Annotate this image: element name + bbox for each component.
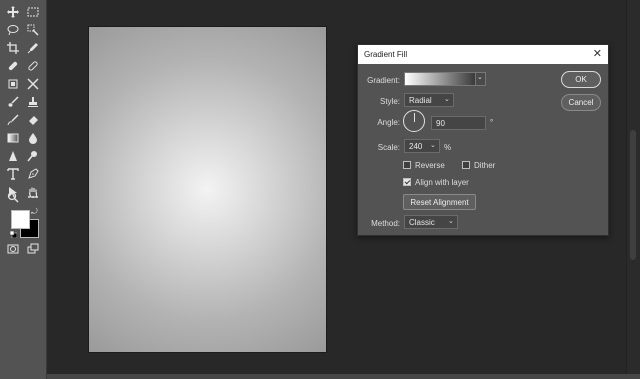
style-value: Radial bbox=[409, 96, 432, 105]
lasso-icon[interactable] bbox=[4, 21, 22, 39]
reverse-checkbox[interactable] bbox=[403, 161, 411, 169]
swap-colors-icon[interactable]: ⤾ bbox=[31, 208, 38, 216]
healing-icon[interactable] bbox=[4, 57, 22, 75]
status-bar bbox=[47, 374, 640, 379]
move-icon[interactable] bbox=[4, 3, 22, 21]
eraser-icon[interactable] bbox=[24, 111, 42, 129]
angle-unit: ° bbox=[490, 118, 494, 127]
style-label: Style: bbox=[379, 97, 400, 106]
gradient-icon[interactable] bbox=[4, 129, 22, 147]
crop-icon[interactable] bbox=[4, 39, 22, 57]
method-select[interactable]: Classic ⌄ bbox=[404, 215, 458, 229]
scale-input[interactable]: 240 ⌄ bbox=[404, 139, 440, 153]
dodge-icon[interactable] bbox=[24, 147, 42, 165]
dither-checkbox[interactable] bbox=[462, 161, 470, 169]
blur-icon[interactable] bbox=[24, 129, 42, 147]
content-aware-move-icon[interactable] bbox=[24, 75, 42, 93]
sharpen-icon[interactable] bbox=[4, 147, 22, 165]
reverse-label: Reverse bbox=[415, 161, 445, 170]
gradient-fill-dialog: Gradient Fill ✕ Gradient: ⌄ Style: Radia… bbox=[357, 44, 609, 236]
angle-dial[interactable] bbox=[403, 110, 425, 132]
ok-button[interactable]: OK bbox=[561, 71, 601, 88]
close-icon[interactable]: ✕ bbox=[593, 48, 602, 60]
screen-mode-icon[interactable] bbox=[24, 240, 42, 258]
foreground-color-swatch[interactable] bbox=[11, 210, 30, 229]
method-value: Classic bbox=[409, 218, 435, 227]
quick-mask-icon[interactable] bbox=[4, 240, 22, 258]
scrollbar-thumb[interactable] bbox=[630, 130, 636, 260]
chevron-down-icon: ⌄ bbox=[448, 218, 454, 225]
brush-icon[interactable] bbox=[4, 93, 22, 111]
align-with-layer-label: Align with layer bbox=[415, 178, 469, 187]
dither-label: Dither bbox=[474, 161, 496, 170]
align-with-layer-checkbox[interactable] bbox=[403, 178, 411, 186]
patch-icon[interactable] bbox=[4, 75, 22, 93]
document-canvas[interactable] bbox=[89, 27, 326, 352]
quick-select-icon[interactable] bbox=[24, 21, 42, 39]
pen-icon[interactable] bbox=[24, 165, 42, 183]
eyedropper-icon[interactable] bbox=[24, 39, 42, 57]
gradient-label: Gradient: bbox=[367, 76, 400, 85]
scale-value: 240 bbox=[409, 142, 423, 151]
stamp-icon[interactable] bbox=[24, 93, 42, 111]
style-select[interactable]: Radial ⌄ bbox=[404, 93, 454, 107]
default-colors-icon[interactable] bbox=[9, 230, 18, 239]
chevron-down-icon: ⌄ bbox=[477, 74, 483, 81]
chevron-down-icon: ⌄ bbox=[444, 96, 450, 103]
type-icon[interactable] bbox=[4, 165, 22, 183]
angle-label: Angle: bbox=[377, 118, 400, 127]
dialog-titlebar: Gradient Fill ✕ bbox=[358, 45, 608, 64]
bandaid-icon[interactable] bbox=[24, 57, 42, 75]
vertical-scrollbar[interactable] bbox=[626, 0, 640, 374]
method-label: Method: bbox=[371, 219, 400, 228]
angle-input[interactable]: 90 bbox=[431, 116, 486, 130]
chevron-down-icon: ⌄ bbox=[430, 142, 436, 149]
reset-alignment-button[interactable]: Reset Alignment bbox=[403, 194, 476, 210]
history-brush-icon[interactable] bbox=[4, 111, 22, 129]
scale-label: Scale: bbox=[377, 143, 400, 152]
zoom-icon[interactable] bbox=[4, 188, 22, 206]
scale-unit: % bbox=[444, 143, 452, 152]
gradient-preview[interactable] bbox=[404, 72, 476, 86]
dialog-title: Gradient Fill bbox=[364, 50, 408, 59]
marquee-icon[interactable] bbox=[24, 3, 42, 21]
angle-needle bbox=[414, 113, 415, 122]
more-icon[interactable] bbox=[24, 188, 42, 206]
cancel-button[interactable]: Cancel bbox=[561, 94, 601, 111]
gradient-dropdown-button[interactable]: ⌄ bbox=[476, 72, 486, 86]
